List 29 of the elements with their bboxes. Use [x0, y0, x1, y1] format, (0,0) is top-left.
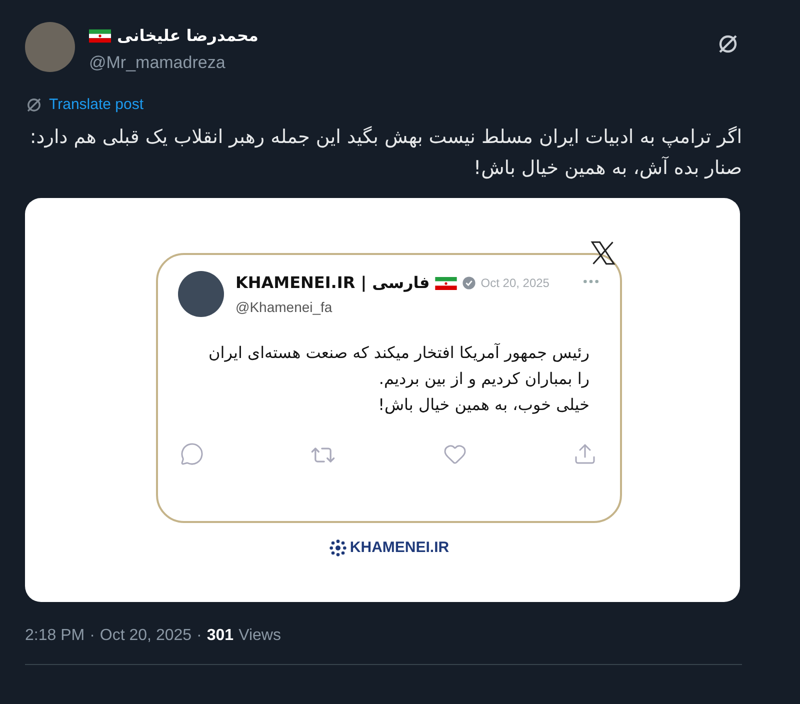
- author-handle[interactable]: @Mr_mamadreza: [89, 50, 258, 76]
- avatar[interactable]: [25, 22, 75, 72]
- embedded-author-handle: @Khamenei_fa: [236, 298, 334, 317]
- separator: ·: [90, 626, 95, 646]
- author-name[interactable]: محمدرضا علیخانی: [117, 24, 258, 48]
- post-date[interactable]: Oct 20, 2025: [100, 624, 192, 648]
- flag-icon: [434, 276, 457, 290]
- x-logo-icon: [590, 240, 616, 266]
- embedded-post-text: را بمباران کردیم و از بین بردیم.: [378, 368, 590, 390]
- post-text: صنار بده آش، به همین خیال باش!: [472, 155, 742, 181]
- translate-icon: [25, 96, 43, 114]
- reply-icon: [180, 442, 204, 466]
- more-icon: [582, 279, 600, 284]
- embedded-author-name: KHAMENEI.IR | فارسی: [236, 272, 430, 294]
- views-count: 301: [206, 626, 234, 646]
- post-time[interactable]: 2:18 PM: [25, 624, 85, 648]
- embedded-post-text: خیلی خوب، به همین خیال باش!: [377, 394, 590, 416]
- translate-link[interactable]: Translate post: [49, 94, 144, 116]
- post-text: اگر ترامپ به ادبیات ایران مسلط نیست بهش بگید این جمله رهبر انقلاب یک قبلی هم دارد:: [28, 125, 742, 150]
- share-icon: [573, 442, 598, 466]
- logo-text: KHAMENEI.IR: [350, 538, 450, 558]
- views-label: Views: [238, 626, 281, 646]
- flag-icon: [89, 29, 111, 43]
- embedded-post-date: Oct 20, 2025: [480, 275, 550, 292]
- separator: ·: [196, 626, 202, 646]
- avatar: [178, 271, 224, 317]
- embedded-post-text: رئیس جمهور آمریکا افتخار میکند که صنعت هسته‌ای ایران: [208, 342, 590, 364]
- logo-icon: [328, 538, 348, 558]
- heart-icon: [442, 442, 467, 466]
